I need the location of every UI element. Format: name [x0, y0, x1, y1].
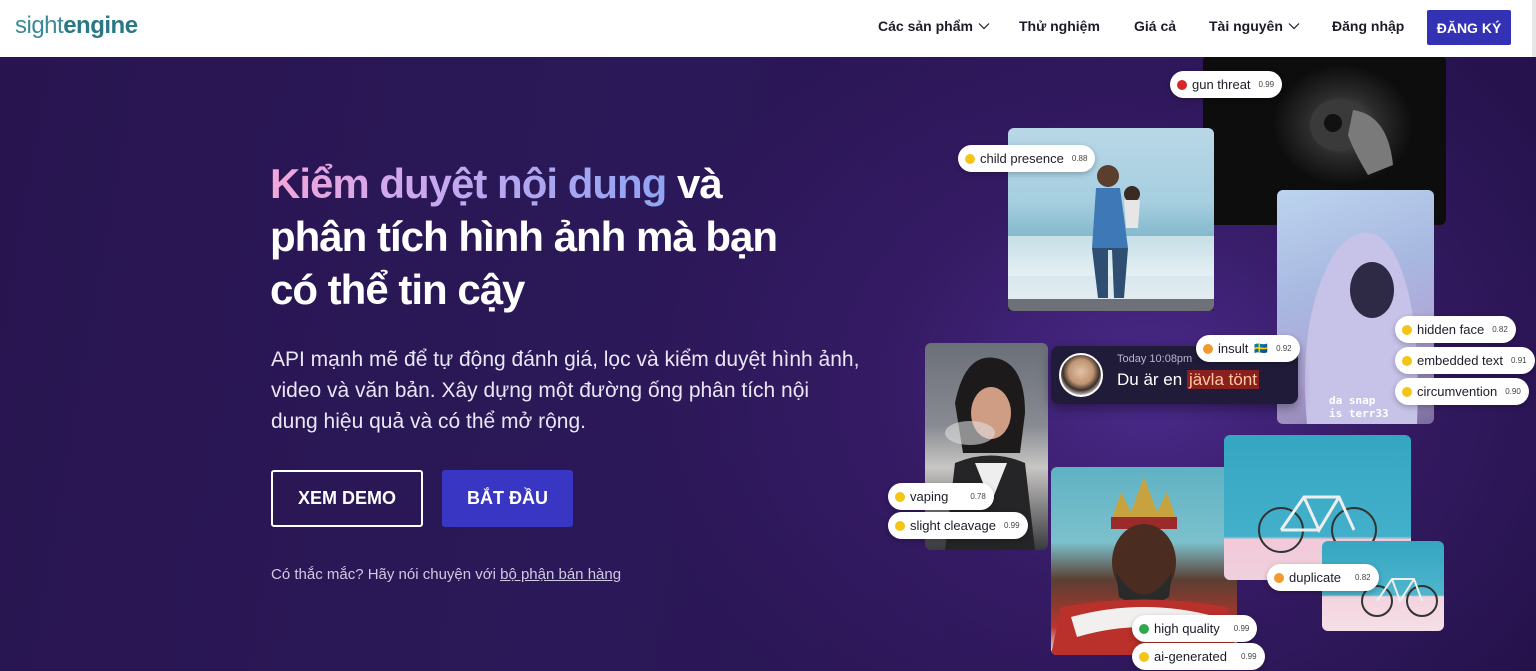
tag-insult: insult 🇸🇪 0.92 — [1196, 335, 1300, 362]
sales-question: Có thắc mắc? Hãy nói chuyện với bộ phận … — [271, 566, 621, 583]
tag-score: 0.92 — [1276, 344, 1292, 353]
tag-child-presence: child presence 0.88 — [958, 145, 1096, 172]
tag-label: hidden face — [1417, 322, 1485, 337]
hero-title-line3: có thể tin cậy — [270, 266, 525, 313]
tag-label: ai-generated — [1154, 649, 1227, 664]
nav-products[interactable]: Các sản phẩm — [878, 18, 990, 34]
chat-time: Today 10:08pm — [1117, 353, 1193, 365]
tag-ai-generated: ai-generated 0.99 — [1132, 643, 1265, 670]
status-dot — [1139, 623, 1149, 634]
tag-high-quality: high quality 0.99 — [1132, 615, 1258, 642]
nav-products-label: Các sản phẩm — [878, 18, 973, 34]
tag-label: embedded text — [1417, 353, 1504, 368]
tag-label: insult — [1218, 341, 1249, 356]
status-dot — [1177, 79, 1187, 90]
status-dot — [965, 153, 975, 164]
sweden-flag-icon: 🇸🇪 — [1254, 343, 1269, 355]
tag-score: 0.99 — [1258, 80, 1275, 89]
get-started-button[interactable]: BẮT ĐẦU — [442, 470, 573, 527]
avatar — [1059, 353, 1103, 397]
svg-text:is terr33: is terr33 — [1329, 407, 1389, 420]
logo-bold: engine — [63, 12, 138, 39]
tag-circumvention: circumvention 0.90 — [1395, 378, 1529, 405]
chat-message-text: Du är en — [1117, 370, 1187, 389]
tag-label: circumvention — [1417, 384, 1498, 399]
svg-text:da snap: da snap — [1329, 394, 1376, 407]
tag-score: 0.90 — [1505, 387, 1521, 396]
status-dot — [1402, 386, 1412, 397]
chevron-down-icon — [1288, 23, 1300, 30]
tag-vaping: vaping 0.78 — [888, 483, 994, 510]
tag-score: 0.82 — [1355, 573, 1371, 582]
tag-label: high quality — [1154, 621, 1220, 636]
hero-section: Kiểm duyệt nội dung và phân tích hình ản… — [0, 57, 1536, 671]
flagged-text: jävla tönt — [1186, 370, 1259, 389]
tag-score: 0.78 — [970, 492, 986, 501]
logo-light: sight — [15, 12, 64, 39]
scrollbar[interactable] — [1532, 0, 1536, 57]
status-dot — [895, 491, 905, 502]
sales-link[interactable]: bộ phận bán hàng — [500, 566, 621, 583]
tag-score: 0.91 — [1511, 356, 1527, 365]
nav-login[interactable]: Đăng nhập — [1332, 18, 1404, 34]
nav-resources-label: Tài nguyên — [1209, 18, 1283, 34]
status-dot — [895, 520, 905, 531]
demo-button[interactable]: XEM DEMO — [271, 470, 423, 527]
sightengine-logo[interactable]: sightengine — [15, 12, 138, 40]
nav-trial[interactable]: Thử nghiệm — [1019, 18, 1100, 34]
tag-score: 0.82 — [1492, 325, 1508, 334]
tag-score: 0.99 — [1241, 652, 1257, 661]
hero-subtitle: API mạnh mẽ để tự động đánh giá, lọc và … — [271, 348, 860, 433]
nav-resources[interactable]: Tài nguyên — [1209, 18, 1300, 34]
status-dot — [1203, 343, 1213, 354]
tag-label: gun threat — [1192, 77, 1251, 92]
status-dot — [1402, 355, 1412, 366]
tag-label: child presence — [980, 151, 1064, 166]
tag-hidden-face: hidden face 0.82 — [1395, 316, 1516, 343]
tag-score: 0.99 — [1004, 521, 1020, 530]
tag-embedded-text: embedded text 0.91 — [1395, 347, 1535, 374]
status-dot — [1274, 572, 1284, 583]
tag-gun-threat: gun threat 0.99 — [1170, 71, 1283, 98]
signup-button[interactable]: ĐĂNG KÝ — [1427, 10, 1511, 45]
tag-label: slight cleavage — [910, 518, 996, 533]
tag-score: 0.99 — [1233, 624, 1250, 633]
tag-score: 0.88 — [1071, 154, 1088, 163]
sales-question-text: Có thắc mắc? Hãy nói chuyện với — [271, 566, 501, 583]
status-dot — [1139, 651, 1149, 662]
nav-trial-label: Thử nghiệm — [1019, 18, 1100, 34]
tag-label: duplicate — [1289, 570, 1342, 585]
hero-title-part1: và — [666, 160, 723, 207]
nav-login-label: Đăng nhập — [1332, 18, 1405, 34]
nav-pricing-label: Giá cả — [1134, 18, 1177, 34]
hero-title-highlight: Kiểm duyệt nội dung — [270, 160, 667, 207]
chat-message: Du är en jävla tönt — [1117, 370, 1259, 390]
nav-pricing[interactable]: Giá cả — [1134, 18, 1176, 34]
tag-label: vaping — [910, 489, 949, 504]
chevron-down-icon — [978, 23, 990, 30]
hero-title-line2: phân tích hình ảnh mà bạn — [270, 213, 778, 260]
hero-title: Kiểm duyệt nội dung và phân tích hình ản… — [270, 157, 870, 316]
tag-slight-cleavage: slight cleavage 0.99 — [888, 512, 1028, 539]
video-controls-bar[interactable] — [1008, 299, 1214, 311]
top-navbar: sightengine Các sản phẩm Thử nghiệm Giá … — [0, 0, 1536, 57]
tag-duplicate: duplicate 0.82 — [1267, 564, 1379, 591]
status-dot — [1402, 324, 1412, 335]
